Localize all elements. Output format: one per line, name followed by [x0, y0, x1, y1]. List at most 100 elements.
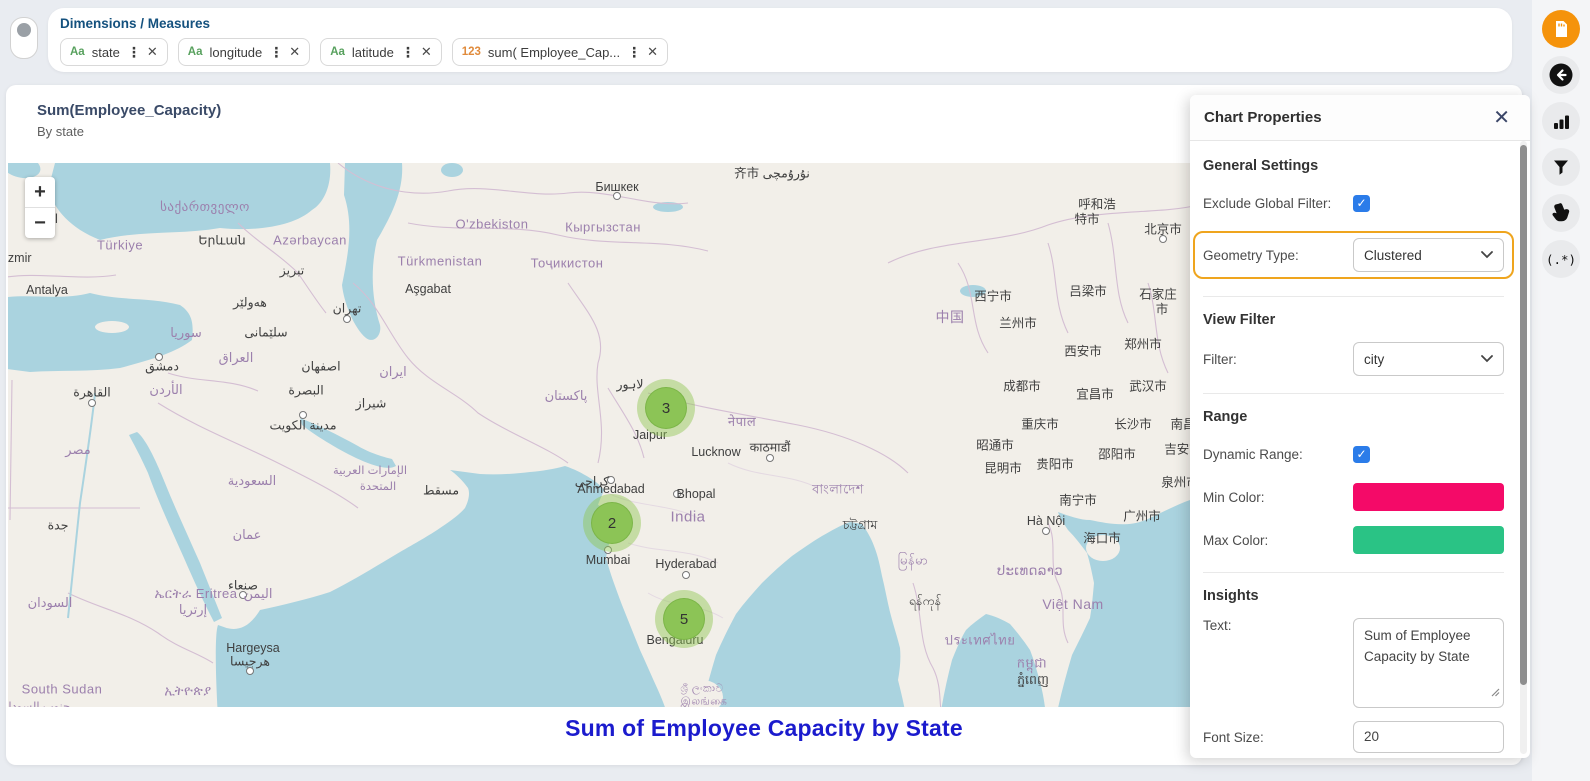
map-country-label: Türkmenistan: [398, 254, 483, 269]
remove-field-icon[interactable]: ✕: [421, 44, 432, 60]
cluster-marker[interactable]: 5: [655, 590, 713, 648]
panel-row-control: ✓: [1353, 195, 1504, 212]
panel-row: Min Color:: [1203, 482, 1504, 512]
map-country-label: العراق: [219, 350, 254, 366]
map-city-label: 吕梁市: [1069, 281, 1107, 300]
map-country-label: ኢትዮጵያ: [164, 683, 211, 699]
panel-row: Dynamic Range:✓: [1203, 439, 1504, 469]
kebab-menu-icon[interactable]: ⋮: [401, 44, 414, 61]
map-country-label: Тоҷикистон: [531, 256, 604, 271]
toolbar-button-filter[interactable]: [1542, 148, 1580, 186]
map-country-label: ປະເທດລາວ: [997, 563, 1063, 579]
map-city-label: هرجيسا: [230, 654, 270, 669]
panel-row-control: [1353, 483, 1504, 511]
chart-title: Sum(Employee_Capacity): [37, 102, 221, 119]
color-swatch[interactable]: [1353, 526, 1504, 554]
map-city-label: 西安市: [1064, 341, 1102, 360]
map-city-label: جدة: [48, 518, 69, 533]
section-heading: General Settings: [1203, 158, 1504, 174]
map-country-label: Việt Nam: [1042, 596, 1103, 612]
map-city-label: 昆明市: [984, 458, 1022, 477]
map-country-label: المتحدة: [360, 479, 396, 493]
map-city-dot: [88, 399, 96, 407]
map-city-label: 长沙市: [1114, 414, 1152, 433]
select-dropdown[interactable]: city: [1353, 342, 1504, 376]
back-icon: [1548, 62, 1574, 88]
map-city-label: تبريز: [280, 263, 305, 278]
map-country-label: السعودية: [228, 473, 277, 489]
map-country-label: Azərbaycan: [273, 233, 347, 248]
map-city-label: دمشق: [145, 359, 179, 374]
color-swatch[interactable]: [1353, 483, 1504, 511]
map-city-label: مسقط: [423, 483, 459, 498]
kebab-menu-icon[interactable]: ⋮: [127, 44, 140, 61]
toolbar-button-back[interactable]: [1542, 56, 1580, 94]
remove-field-icon[interactable]: ✕: [147, 44, 158, 60]
panel-row-label: Geometry Type:: [1203, 248, 1299, 263]
panel-title: Chart Properties: [1204, 109, 1322, 126]
panel-row-control: Sum of Employee Capacity by State: [1353, 618, 1504, 708]
panel-row: Max Color:: [1203, 525, 1504, 555]
map-city-label: Antalya: [26, 283, 68, 297]
field-chip[interactable]: 123sum( Employee_Cap...⋮✕: [452, 38, 668, 66]
map-country-label: இலங்கை: [681, 696, 728, 708]
map-city-label: Bhopal: [677, 487, 716, 501]
map-country-label: الأردن: [149, 382, 182, 398]
map-city-label: Бишкек: [595, 180, 638, 194]
remove-field-icon[interactable]: ✕: [647, 44, 658, 60]
checkbox-checked[interactable]: ✓: [1353, 446, 1370, 463]
field-chip[interactable]: Aalatitude⋮✕: [320, 38, 442, 66]
field-chip[interactable]: Aastate⋮✕: [60, 38, 168, 66]
map-city-label: 武汉市: [1129, 376, 1167, 395]
select-dropdown[interactable]: Clustered: [1353, 238, 1504, 272]
resize-handle-icon[interactable]: [1490, 683, 1500, 704]
text-textarea[interactable]: Sum of Employee Capacity by State: [1353, 618, 1504, 708]
cluster-marker[interactable]: 3: [637, 379, 695, 437]
map-country-label: ኤርትራ Eritrea: [154, 586, 237, 602]
map-city-label: Aşgabat: [405, 282, 451, 296]
map-city-label: مدينة الكويت: [269, 418, 336, 433]
toolbar-button-hand[interactable]: [1542, 194, 1580, 232]
drag-handle-dot: [17, 23, 31, 37]
panel-header: Chart Properties ✕: [1190, 95, 1530, 141]
toolbar-button-regex[interactable]: (.*): [1542, 240, 1580, 278]
drag-handle[interactable]: [10, 17, 38, 59]
map-city-label: شيراز: [356, 396, 387, 411]
text-input[interactable]: 20: [1353, 721, 1504, 753]
section-divider: [1203, 296, 1504, 297]
map-city-label: চট্টগ্রাম: [843, 517, 878, 537]
map-country-label: ايران: [379, 364, 407, 380]
map-city-label: 邵阳市: [1098, 444, 1136, 463]
map-city-label: 昭通市: [976, 435, 1014, 454]
right-toolbar: (.*): [1532, 0, 1590, 781]
map-city-label: 西宁市: [974, 286, 1012, 305]
numeric-type-icon: 123: [462, 46, 481, 58]
kebab-menu-icon[interactable]: ⋮: [627, 44, 640, 61]
field-chip[interactable]: Aalongitude⋮✕: [178, 38, 310, 66]
map-country-label: O'zbekiston: [455, 217, 528, 232]
toolbar-button-bar-chart[interactable]: [1542, 102, 1580, 140]
toolbar-button-storage-card[interactable]: [1542, 10, 1580, 48]
close-icon[interactable]: ✕: [1493, 105, 1510, 130]
zoom-out-button[interactable]: −: [25, 208, 55, 238]
map-city-label: 兰州市: [999, 313, 1037, 332]
storage-card-icon: [1551, 19, 1571, 39]
panel-row-control: [1353, 526, 1504, 554]
map-city-label: ရန်ကုန်: [909, 594, 941, 612]
map-city-label: Lucknow: [691, 445, 740, 459]
map-country-label: سوريا: [170, 325, 201, 341]
kebab-menu-icon[interactable]: ⋮: [269, 44, 282, 61]
dimensions-measures-bar: Dimensions / Measures Aastate⋮✕Aalongitu…: [48, 8, 1512, 72]
map-city-label: هه‌ولێر: [233, 295, 267, 310]
regex-icon: (.*): [1546, 252, 1576, 267]
zoom-in-button[interactable]: +: [25, 177, 55, 207]
cluster-marker[interactable]: 2: [583, 494, 641, 552]
text-type-icon: Aa: [188, 46, 203, 58]
checkbox-checked[interactable]: ✓: [1353, 195, 1370, 212]
panel-row: Text:Sum of Employee Capacity by State: [1203, 618, 1504, 708]
map-zoom-control: + −: [25, 177, 55, 238]
panel-row: Filter:city: [1203, 342, 1504, 376]
panel-scrollbar[interactable]: [1520, 145, 1527, 685]
panel-row-control: ✓: [1353, 446, 1504, 463]
remove-field-icon[interactable]: ✕: [289, 44, 300, 60]
